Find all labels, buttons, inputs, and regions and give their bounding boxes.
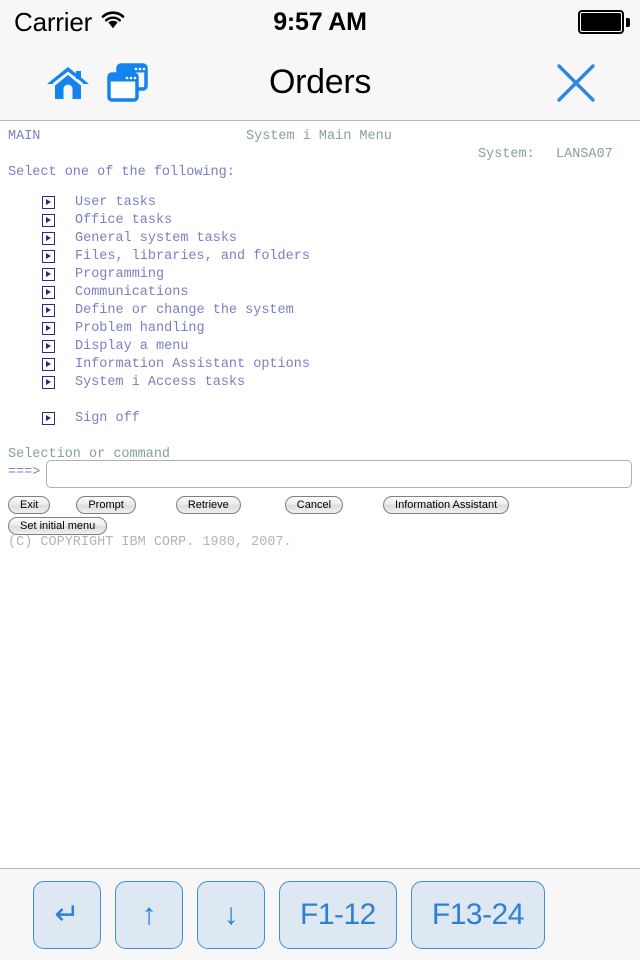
information-assistant-button[interactable]: Information Assistant	[383, 496, 510, 514]
menu-option-problem-handling[interactable]: Problem handling	[0, 320, 640, 338]
chevron-right-box-icon[interactable]	[42, 213, 55, 227]
function-key-buttons: Exit Prompt Retrieve Cancel Information …	[8, 496, 632, 538]
menu-option-label: Display a menu	[75, 339, 189, 354]
chevron-right-box-icon[interactable]	[42, 321, 55, 335]
menu-option-files-libraries-folders[interactable]: Files, libraries, and folders	[0, 248, 640, 266]
chevron-right-box-icon[interactable]	[42, 285, 55, 299]
system-label: System:	[478, 147, 535, 162]
exit-button[interactable]: Exit	[8, 496, 51, 514]
status-bar-clock: 9:57 AM	[273, 7, 367, 36]
page-up-key[interactable]: ↑	[115, 880, 183, 949]
set-initial-menu-button[interactable]: Set initial menu	[8, 517, 108, 535]
menu-option-information-assistant-options[interactable]: Information Assistant options	[0, 356, 640, 374]
menu-option-programming[interactable]: Programming	[0, 266, 640, 284]
chevron-right-box-icon[interactable]	[42, 357, 55, 371]
chevron-right-box-icon[interactable]	[42, 249, 55, 263]
chevron-right-box-icon[interactable]	[42, 267, 55, 281]
status-bar-right	[578, 10, 630, 34]
prompt-button[interactable]: Prompt	[76, 496, 136, 514]
menu-option-label: Define or change the system	[75, 303, 294, 318]
menu-option-label: Problem handling	[75, 321, 205, 336]
menu-option-user-tasks[interactable]: User tasks	[0, 194, 640, 212]
menu-option-communications[interactable]: Communications	[0, 284, 640, 302]
menu-option-sign-off[interactable]: Sign off	[0, 410, 640, 428]
page-down-key[interactable]: ↓	[197, 880, 265, 949]
menu-option-label: Office tasks	[75, 213, 173, 228]
f13-24-key[interactable]: F13-24	[410, 880, 545, 949]
function-key-row-1: Exit Prompt Retrieve Cancel Information …	[8, 496, 632, 517]
command-arrow: ===>	[8, 465, 41, 480]
nav-bar: Orders	[0, 44, 640, 121]
nav-bar-right-buttons	[554, 44, 598, 121]
menu-option-label: Sign off	[75, 411, 140, 426]
cancel-button[interactable]: Cancel	[284, 496, 344, 514]
enter-key[interactable]: ↵	[33, 880, 101, 949]
menu-option-list: User tasks Office tasks General system t…	[0, 194, 640, 428]
f1-12-key[interactable]: F1-12	[279, 880, 397, 949]
prompt-text: Select one of the following:	[8, 165, 235, 180]
screen-id: MAIN	[8, 129, 41, 144]
menu-option-label: General system tasks	[75, 231, 238, 246]
command-input[interactable]	[46, 460, 632, 488]
status-bar: Carrier 9:57 AM	[0, 0, 640, 44]
menu-option-label: System i Access tasks	[75, 375, 246, 390]
copyright-text: (C) COPYRIGHT IBM CORP. 1980, 2007.	[8, 535, 292, 550]
chevron-right-box-icon[interactable]	[42, 303, 55, 317]
menu-option-label: Files, libraries, and folders	[75, 249, 310, 264]
battery-full-icon	[578, 10, 630, 34]
app-screen: Carrier 9:57 AM Orders MAIN System i Mai…	[0, 0, 640, 960]
terminal-screen: MAIN System i Main Menu System: LANSA07 …	[0, 122, 640, 868]
retrieve-button[interactable]: Retrieve	[175, 496, 241, 514]
menu-option-display-a-menu[interactable]: Display a menu	[0, 338, 640, 356]
chevron-right-box-icon[interactable]	[42, 195, 55, 209]
menu-option-label: Information Assistant options	[75, 357, 310, 372]
chevron-right-box-icon[interactable]	[42, 339, 55, 353]
chevron-right-box-icon[interactable]	[42, 411, 55, 425]
system-name: LANSA07	[556, 147, 613, 162]
menu-option-general-system-tasks[interactable]: General system tasks	[0, 230, 640, 248]
chevron-right-box-icon[interactable]	[42, 231, 55, 245]
menu-option-label: User tasks	[75, 195, 157, 210]
menu-option-label: Programming	[75, 267, 165, 282]
menu-option-define-or-change-system[interactable]: Define or change the system	[0, 302, 640, 320]
chevron-right-box-icon[interactable]	[42, 375, 55, 389]
screen-title: System i Main Menu	[246, 129, 392, 144]
page-title: Orders	[268, 63, 372, 101]
keyboard-toolbar: ↵ ↑ ↓ F1-12 F13-24	[0, 868, 640, 960]
menu-option-office-tasks[interactable]: Office tasks	[0, 212, 640, 230]
close-x-icon[interactable]	[554, 61, 598, 105]
menu-option-label: Communications	[75, 285, 189, 300]
menu-option-system-i-access-tasks[interactable]: System i Access tasks	[0, 374, 640, 392]
